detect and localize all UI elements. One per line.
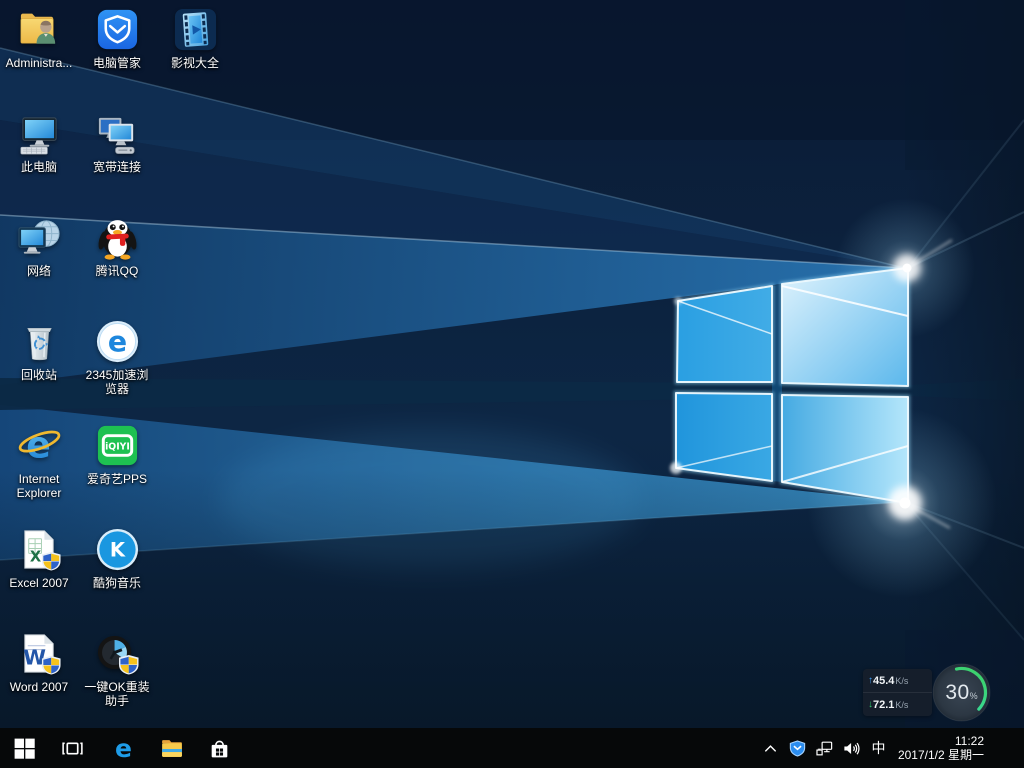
store-button[interactable] (195, 728, 243, 768)
desktop-icon-label: 爱奇艺PPS (87, 472, 147, 486)
desktop-icon-2345-browser[interactable]: 2345加速浏 览器 (78, 318, 156, 396)
desktop-icon-movies[interactable]: 影视大全 (156, 6, 234, 70)
upload-speed-value: 45.4 (873, 675, 894, 687)
desktop-icon-excel-2007[interactable]: Excel 2007 (0, 526, 78, 590)
tray-pc-manager-button[interactable] (784, 728, 811, 768)
download-speed-row: ↓ 72.1 K/s (863, 692, 932, 716)
internet-explorer-icon (16, 422, 63, 469)
desktop-icon-label: 酷狗音乐 (93, 576, 141, 590)
desktop-icon-label: 电脑管家 (93, 56, 141, 70)
desktop-icon-pc-manager[interactable]: 电脑管家 (78, 6, 156, 70)
system-tray: 中 11:22 2017/1/2 星期一 (757, 728, 1024, 768)
desktop-icon-network[interactable]: 网络 (0, 214, 78, 278)
tray-ime-button[interactable]: 中 (865, 728, 892, 768)
kugou-icon (94, 526, 141, 573)
clock-date: 2017/1/2 星期一 (898, 748, 984, 762)
file-explorer-button[interactable] (147, 728, 195, 768)
desktop-icon-label: 回收站 (21, 368, 57, 382)
progress-percent: 30 (945, 681, 969, 705)
file-explorer-folder-icon (159, 736, 184, 761)
desktop-icon-label: 影视大全 (171, 56, 219, 70)
desktop-icon-label: 网络 (27, 264, 51, 278)
desktop-icon-label: Administra... (6, 56, 73, 70)
windows-store-bag-icon (207, 736, 232, 761)
start-button[interactable] (0, 728, 48, 768)
net-speed-widget[interactable]: ↑ 45.4 K/s ↓ 72.1 K/s (863, 669, 932, 716)
broadband-connection-icon (94, 110, 141, 157)
desktop-icon-label: Excel 2007 (9, 576, 68, 590)
tray-volume-button[interactable] (838, 728, 865, 768)
download-speed-unit: K/s (895, 700, 908, 710)
desktop-icon-broadband[interactable]: 宽带连接 (78, 110, 156, 174)
desktop-icon-label: 2345加速浏 览器 (86, 368, 149, 396)
desktop-icon-qq[interactable]: 腾讯QQ (78, 214, 156, 278)
shield-icon (788, 739, 807, 758)
desktop-icon-label: Internet Explorer (17, 472, 62, 500)
desktop-icon-this-pc[interactable]: 此电脑 (0, 110, 78, 174)
progress-percent-sign: % (970, 691, 978, 701)
desktop-icon-label: 此电脑 (21, 160, 57, 174)
2345-browser-icon (94, 318, 141, 365)
word-icon (16, 630, 63, 677)
desktop-icon-onekey-ok[interactable]: 一键OK重装 助手 (78, 630, 156, 708)
progress-ball-widget[interactable]: 30 % (932, 663, 991, 722)
tray-expand-button[interactable] (757, 728, 784, 768)
desktop-icon-kugou-music[interactable]: 酷狗音乐 (78, 526, 156, 590)
task-view-icon (60, 736, 85, 761)
desktop-icon-iqiyi-pps[interactable]: 爱奇艺PPS (78, 422, 156, 486)
desktop: Administra... 此电脑 网络 回收站 Internet Explor… (0, 0, 1024, 768)
this-pc-icon (16, 110, 63, 157)
qq-penguin-icon (94, 214, 141, 261)
edge-browser-icon (111, 736, 136, 761)
upload-speed-row: ↑ 45.4 K/s (863, 669, 932, 692)
clock-time: 11:22 (955, 734, 984, 748)
excel-icon (16, 526, 63, 573)
recycle-bin-icon (16, 318, 63, 365)
desktop-icon-administrator-folder[interactable]: Administra... (0, 6, 78, 70)
iqiyi-icon (94, 422, 141, 469)
user-folder-icon (16, 6, 63, 53)
task-view-button[interactable] (48, 728, 96, 768)
progress-ball-text: 30 % (932, 663, 991, 722)
desktop-icon-internet-explorer[interactable]: Internet Explorer (0, 422, 78, 500)
network-icon (16, 214, 63, 261)
windows-start-icon (12, 736, 37, 761)
desktop-icon-recycle-bin[interactable]: 回收站 (0, 318, 78, 382)
edge-button[interactable] (99, 728, 147, 768)
desktop-icon-label: 一键OK重装 助手 (84, 680, 149, 708)
chevron-up-icon (761, 739, 780, 758)
pc-manager-shield-icon (94, 6, 141, 53)
onekey-ok-clock-icon (94, 630, 141, 677)
download-speed-value: 72.1 (873, 699, 894, 711)
film-strip-icon (172, 6, 219, 53)
desktop-icon-word-2007[interactable]: Word 2007 (0, 630, 78, 694)
desktop-icon-label: 腾讯QQ (96, 264, 139, 278)
upload-speed-unit: K/s (895, 676, 908, 686)
tray-clock[interactable]: 11:22 2017/1/2 星期一 (892, 734, 990, 762)
taskbar: 中 11:22 2017/1/2 星期一 (0, 728, 1024, 768)
speaker-icon (842, 739, 861, 758)
ethernet-icon (815, 739, 834, 758)
tray-network-button[interactable] (811, 728, 838, 768)
desktop-icon-label: Word 2007 (10, 680, 68, 694)
desktop-icon-label: 宽带连接 (93, 160, 141, 174)
